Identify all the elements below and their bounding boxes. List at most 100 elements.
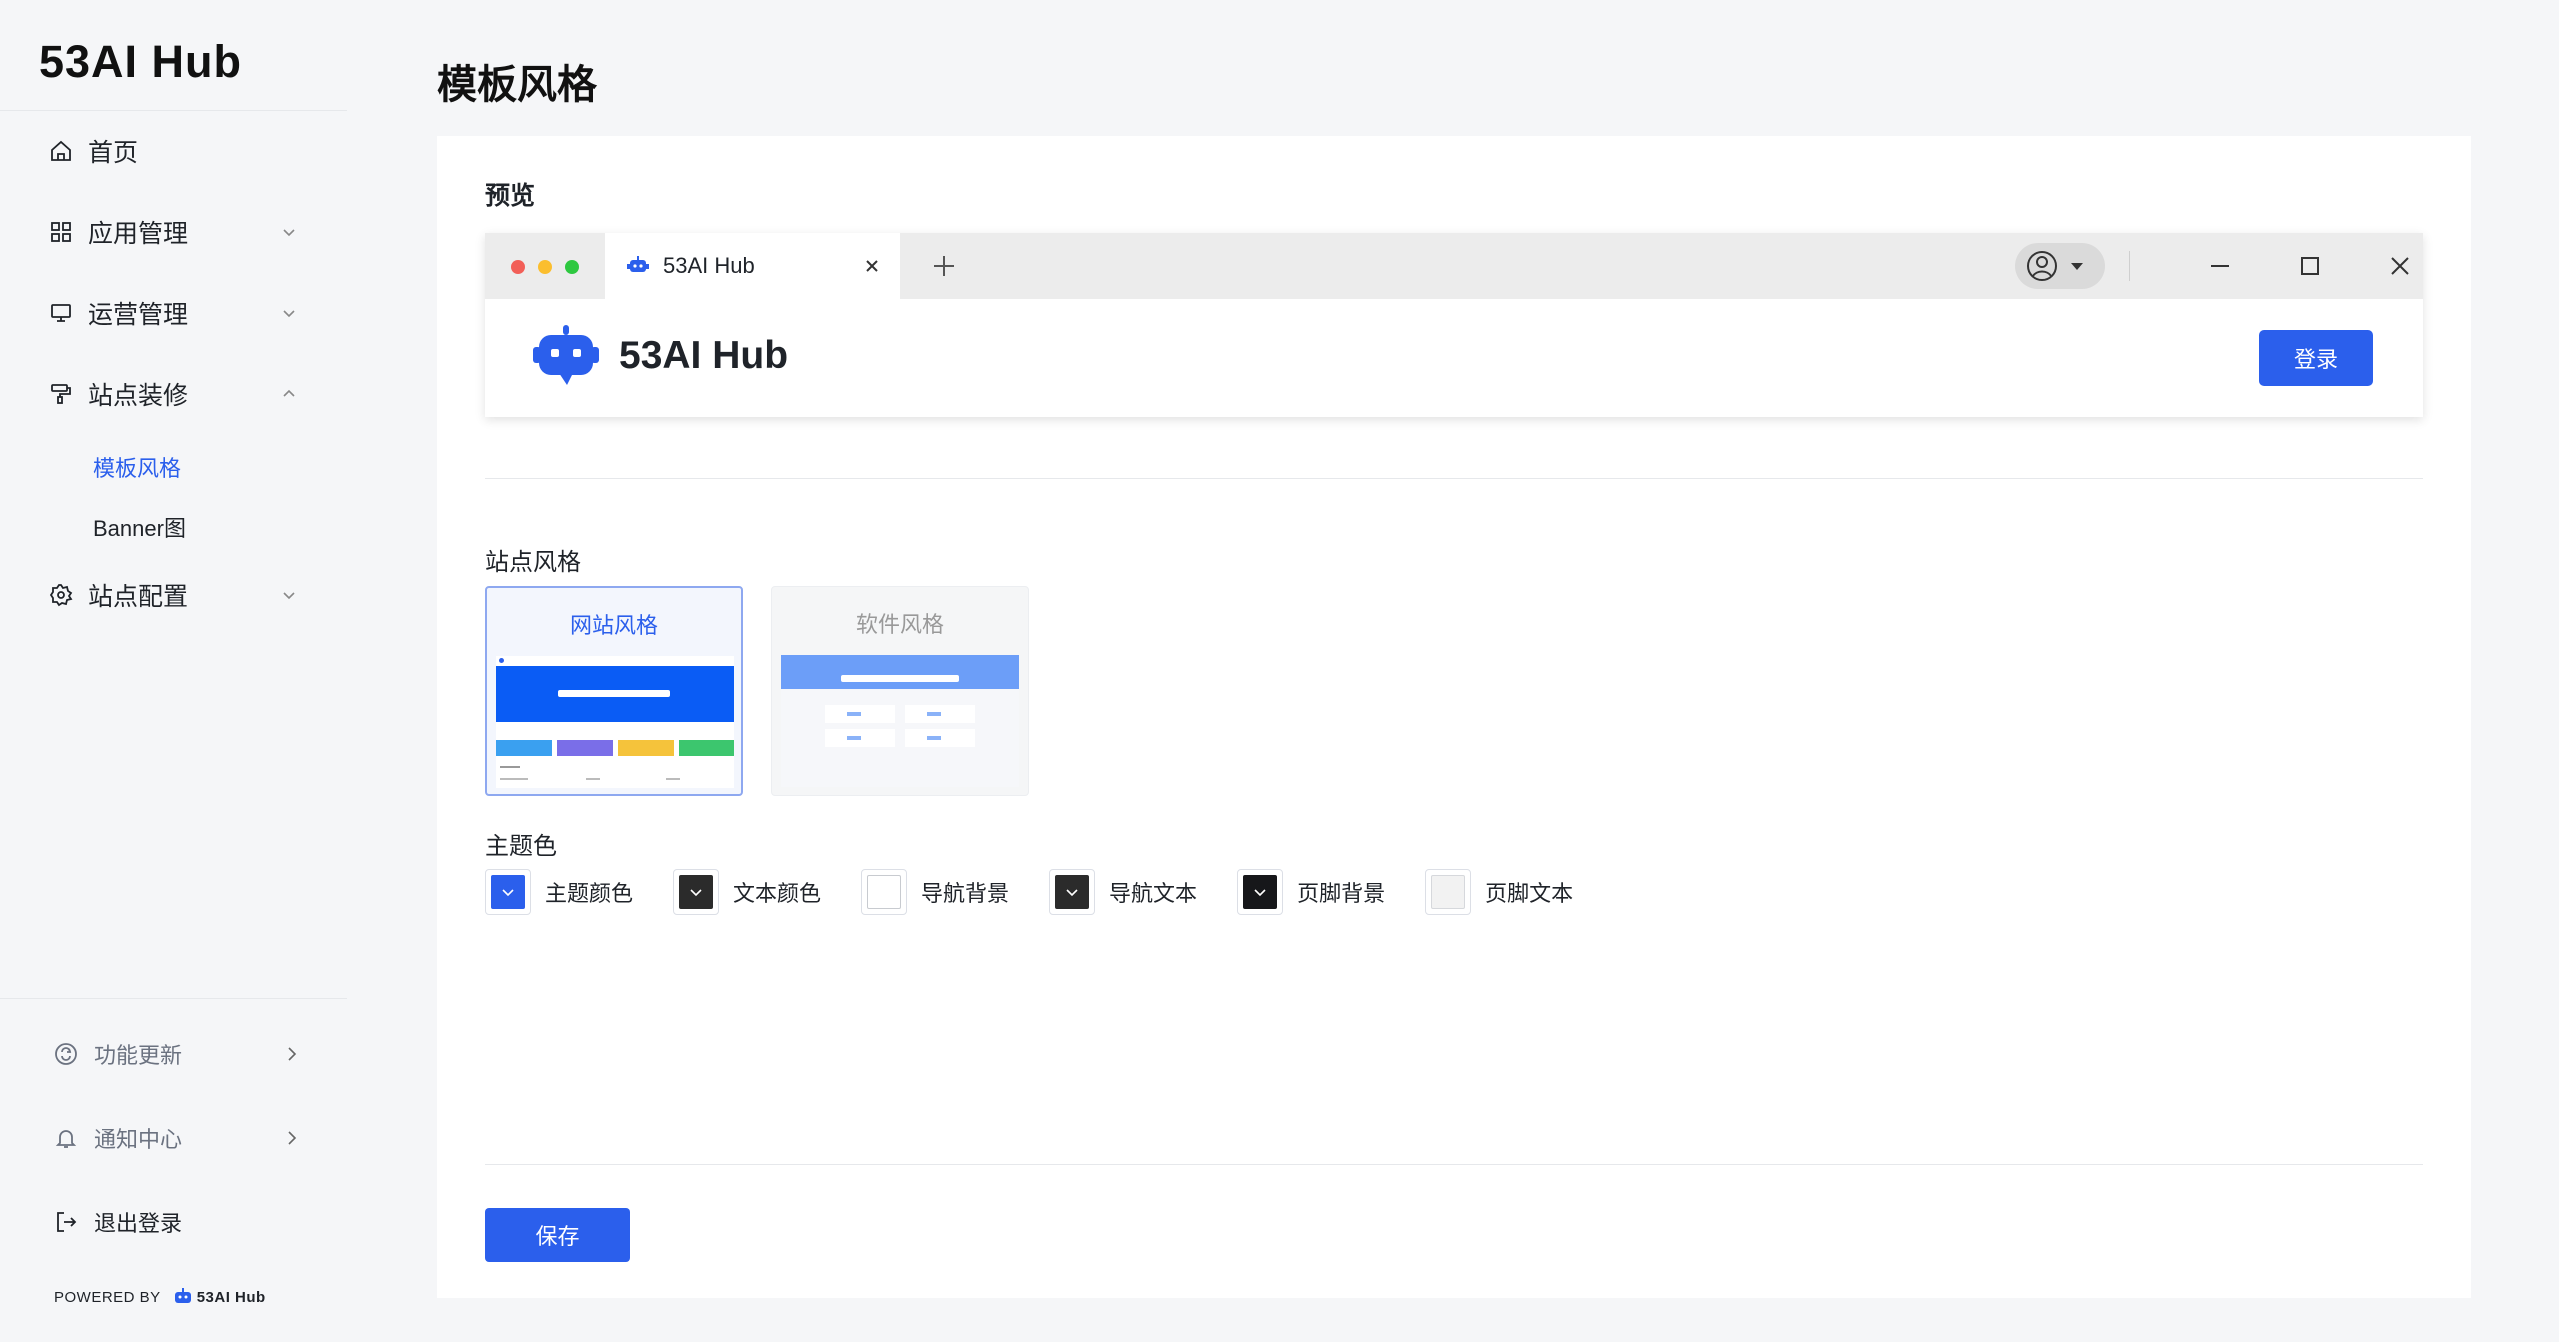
grid-icon [48, 219, 74, 245]
software-style-thumbnail [781, 655, 1019, 787]
color-fill [867, 875, 902, 909]
sidebar-subitem-banner[interactable]: Banner图 [93, 511, 186, 543]
swatch-label: 页脚背景 [1297, 881, 1386, 906]
chevron-down-icon [690, 889, 702, 897]
sidebar-item-label: 运营管理 [88, 301, 189, 329]
logout-label: 退出登录 [94, 1211, 183, 1236]
chevron-down-icon [1254, 889, 1266, 897]
color-fill [1055, 875, 1090, 909]
swatch-theme-color[interactable]: 主题颜色 [485, 869, 633, 915]
gear-icon [48, 582, 74, 608]
color-picker[interactable] [673, 869, 720, 915]
sidebar-divider [0, 998, 347, 999]
powered-by: POWERED BY 53AI Hub [54, 1288, 266, 1306]
preview-brand: 53AI Hub [533, 325, 788, 387]
preview-brand-name: 53AI Hub [619, 334, 789, 377]
website-style-thumbnail [496, 656, 734, 788]
window-close-icon [2391, 257, 2409, 275]
sidebar-divider [0, 110, 347, 111]
plus-icon [934, 256, 954, 276]
robot-icon [174, 1288, 191, 1303]
style-option-website[interactable]: 网站风格 [485, 586, 743, 796]
robot-icon [627, 256, 649, 272]
robot-logo-icon [533, 325, 599, 385]
chevron-up-icon [283, 389, 295, 397]
powered-by-brand: 53AI Hub [196, 1288, 266, 1306]
caret-down-icon [2071, 263, 2083, 270]
swatch-nav-background[interactable]: 导航背景 [861, 869, 1009, 915]
sidebar-item-label: 应用管理 [88, 220, 189, 248]
color-fill [679, 875, 714, 909]
page-title: 模板风格 [437, 63, 597, 107]
color-fill [1243, 875, 1278, 909]
powered-by-text: POWERED BY [54, 1288, 161, 1306]
titlebar-separator [2129, 251, 2130, 281]
user-icon [2027, 251, 2057, 281]
sidebar-item-label: 首页 [88, 139, 139, 167]
sidebar-item-operations[interactable]: 运营管理 [48, 289, 298, 337]
section-divider [485, 478, 2423, 479]
minimize-icon [2211, 265, 2229, 267]
color-fill [1431, 875, 1466, 909]
browser-titlebar: 53AI Hub [485, 233, 2423, 299]
chevron-right-icon [288, 1047, 297, 1061]
color-fill [491, 875, 525, 909]
zoom-dot [565, 260, 579, 274]
swatch-label: 文本颜色 [733, 881, 822, 906]
sidebar-item-site-decoration[interactable]: 站点装修 [48, 370, 298, 418]
feature-updates-label: 功能更新 [94, 1043, 183, 1068]
notification-center-label: 通知中心 [94, 1127, 183, 1152]
sidebar-item-label: 站点配置 [88, 583, 189, 611]
preview-login-button[interactable]: 登录 [2259, 330, 2373, 386]
color-picker[interactable] [1049, 869, 1096, 915]
tab-title: 53AI Hub [663, 253, 755, 278]
paint-roller-icon [48, 381, 74, 407]
site-style-label: 站点风格 [485, 549, 581, 576]
chevron-down-icon [502, 889, 514, 897]
chevron-down-icon [283, 592, 295, 600]
preview-label: 预览 [485, 182, 536, 210]
monitor-icon [48, 300, 74, 326]
feature-updates-item[interactable]: 功能更新 [52, 1034, 300, 1074]
color-picker[interactable] [1237, 869, 1284, 915]
footer-divider [485, 1164, 2423, 1165]
sidebar-item-site-config[interactable]: 站点配置 [48, 571, 298, 619]
swatch-text-color[interactable]: 文本颜色 [673, 869, 821, 915]
color-picker[interactable] [485, 869, 531, 915]
logout-icon [52, 1208, 80, 1236]
sidebar-subitem-template-style[interactable]: 模板风格 [93, 451, 181, 483]
swatch-footer-text[interactable]: 页脚文本 [1425, 869, 1573, 915]
style-option-label: 网站风格 [569, 613, 658, 638]
sidebar-item-app-management[interactable]: 应用管理 [48, 208, 298, 256]
swatch-label: 导航背景 [921, 881, 1010, 906]
close-dot [511, 260, 525, 274]
theme-swatches: 主题颜色 文本颜色 导航背景 导航文本 页脚背景 页脚文本 [485, 869, 1613, 915]
style-option-software[interactable]: 软件风格 [771, 586, 1029, 796]
swatch-nav-text[interactable]: 导航文本 [1049, 869, 1197, 915]
chevron-right-icon [288, 1131, 297, 1145]
chevron-down-icon [1066, 889, 1078, 897]
home-icon [48, 138, 74, 164]
color-picker[interactable] [1425, 869, 1472, 915]
browser-content: 53AI Hub 登录 [485, 299, 2423, 417]
theme-color-label: 主题色 [485, 833, 557, 860]
sidebar-item-home[interactable]: 首页 [48, 127, 298, 175]
notification-center-item[interactable]: 通知中心 [52, 1118, 300, 1158]
chevron-down-icon [283, 229, 295, 237]
bell-icon [52, 1124, 80, 1152]
save-button[interactable]: 保存 [485, 1208, 630, 1262]
minimize-dot [538, 260, 552, 274]
maximize-icon [2301, 257, 2319, 275]
logout-item[interactable]: 退出登录 [52, 1202, 300, 1242]
close-icon [866, 260, 878, 272]
style-option-label: 软件风格 [855, 612, 944, 637]
sidebar: 53AI Hub 首页 应用管理 运营管理 站点装修 模板风格 Banner图 [0, 0, 347, 1342]
browser-tab: 53AI Hub [605, 233, 900, 299]
app-logo: 53AI Hub [39, 36, 243, 87]
swatch-footer-background[interactable]: 页脚背景 [1237, 869, 1385, 915]
account-menu [2015, 243, 2105, 289]
refresh-icon [52, 1040, 80, 1068]
sidebar-item-label: 站点装修 [88, 382, 189, 410]
color-picker[interactable] [861, 869, 908, 915]
browser-preview: 53AI Hub 53AI Hub 登录 [485, 233, 2423, 417]
